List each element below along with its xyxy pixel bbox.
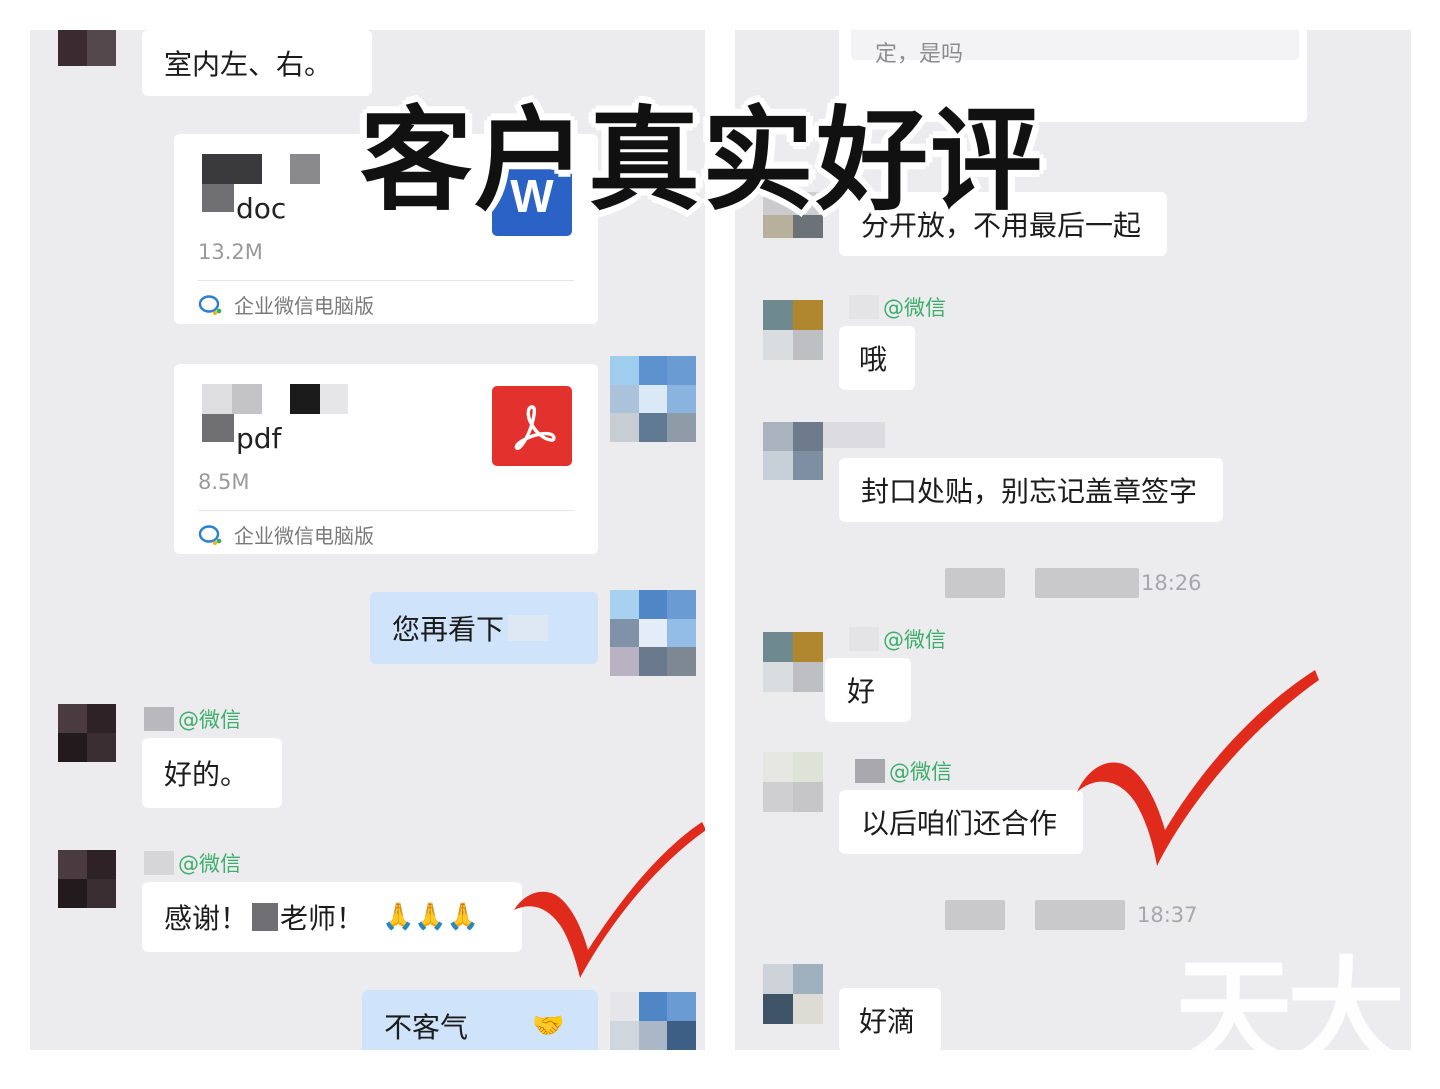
avatar[interactable] bbox=[763, 964, 823, 1024]
message-bubble[interactable]: 感谢！ 老师！ 🙏🙏🙏 bbox=[142, 882, 522, 952]
avatar[interactable] bbox=[763, 300, 823, 360]
message-text: 不客气 bbox=[384, 1011, 469, 1044]
handshake-emoji: 🤝 bbox=[532, 1011, 565, 1041]
my-avatar[interactable] bbox=[610, 992, 696, 1050]
filename-blur bbox=[202, 384, 232, 414]
avatar[interactable] bbox=[58, 850, 116, 908]
avatar[interactable] bbox=[58, 30, 116, 66]
message-bubble[interactable]: 以后咱们还合作 bbox=[839, 790, 1083, 854]
avatar[interactable] bbox=[763, 752, 823, 812]
message-text: 感谢！ bbox=[164, 902, 249, 935]
timestamp: 18:26 bbox=[945, 568, 1202, 598]
name-blur bbox=[849, 627, 879, 651]
divider bbox=[198, 510, 574, 511]
avatar[interactable] bbox=[763, 422, 823, 480]
message-bubble[interactable]: 好滴 bbox=[839, 988, 941, 1050]
pdf-icon bbox=[492, 386, 572, 466]
checkmark-icon bbox=[514, 822, 705, 978]
message-bubble[interactable]: 封口处贴，别忘记盖章签字 bbox=[839, 458, 1223, 522]
file-card-pdf[interactable]: pdf 8.5M 企业微信电脑版 bbox=[174, 364, 598, 554]
pray-emoji: 🙏🙏🙏 bbox=[382, 902, 480, 932]
name-blur bbox=[252, 903, 279, 931]
time-blur bbox=[1035, 568, 1139, 598]
filename-blur bbox=[202, 184, 234, 212]
filename-blur bbox=[320, 384, 348, 414]
file-source: 企业微信电脑版 bbox=[198, 290, 374, 319]
checkmark-icon bbox=[1077, 670, 1319, 866]
message-bubble[interactable]: 哦 bbox=[839, 326, 915, 390]
filename-blur bbox=[202, 414, 234, 442]
avatar[interactable] bbox=[763, 632, 823, 692]
message-text: 好的。 bbox=[164, 758, 249, 791]
message-bubble[interactable]: 室内左、右。 bbox=[142, 30, 372, 96]
quoted-text: 定，是吗 bbox=[875, 42, 964, 67]
time-blur bbox=[1035, 900, 1125, 930]
message-text: 以后咱们还合作 bbox=[861, 807, 1058, 840]
sender-name: @微信 bbox=[144, 848, 241, 878]
name-blur bbox=[855, 759, 885, 783]
sender-name: @微信 bbox=[849, 624, 946, 654]
name-blur bbox=[144, 707, 174, 731]
time-blur bbox=[945, 900, 1005, 930]
filename-blur bbox=[290, 154, 320, 184]
file-size: 8.5M bbox=[198, 470, 250, 494]
message-text: 老师！ bbox=[280, 902, 365, 935]
filename-blur bbox=[202, 154, 262, 184]
watermark: 天大 bbox=[1175, 945, 1405, 1083]
file-size: 13.2M bbox=[198, 240, 263, 264]
message-text: 好 bbox=[847, 675, 876, 708]
acrobat-icon bbox=[514, 405, 556, 451]
sender-name: @微信 bbox=[855, 756, 952, 786]
message-text: 哦 bbox=[859, 343, 888, 376]
message-text: 好滴 bbox=[859, 1005, 916, 1038]
time-blur bbox=[945, 568, 1005, 598]
file-source: 企业微信电脑版 bbox=[198, 520, 374, 549]
my-avatar[interactable] bbox=[610, 356, 696, 442]
message-text: 封口处贴，别忘记盖章签字 bbox=[861, 475, 1198, 508]
wecom-icon bbox=[198, 524, 222, 545]
file-name: pdf bbox=[236, 422, 282, 455]
name-blur bbox=[823, 422, 885, 448]
filename-blur bbox=[232, 384, 262, 414]
name-blur bbox=[144, 851, 174, 875]
wecom-icon bbox=[198, 294, 222, 315]
divider bbox=[198, 280, 574, 281]
page-title: 客户真实好评 bbox=[360, 96, 1044, 226]
name-blur bbox=[849, 295, 879, 319]
message-bubble[interactable]: 好的。 bbox=[142, 738, 282, 808]
avatar[interactable] bbox=[58, 704, 116, 762]
filename-blur bbox=[290, 384, 320, 414]
my-avatar[interactable] bbox=[610, 590, 696, 676]
sender-name: @微信 bbox=[849, 292, 946, 322]
message-bubble[interactable]: 好 bbox=[825, 658, 911, 722]
text-blur bbox=[508, 615, 549, 641]
message-text: 室内左、右。 bbox=[164, 48, 333, 81]
sender-name: @微信 bbox=[144, 704, 241, 734]
message-text: 您再看下 bbox=[392, 613, 505, 646]
my-message-bubble[interactable]: 您再看下 bbox=[370, 592, 598, 664]
timestamp: 18:37 bbox=[945, 900, 1198, 930]
file-name: doc bbox=[236, 192, 287, 225]
